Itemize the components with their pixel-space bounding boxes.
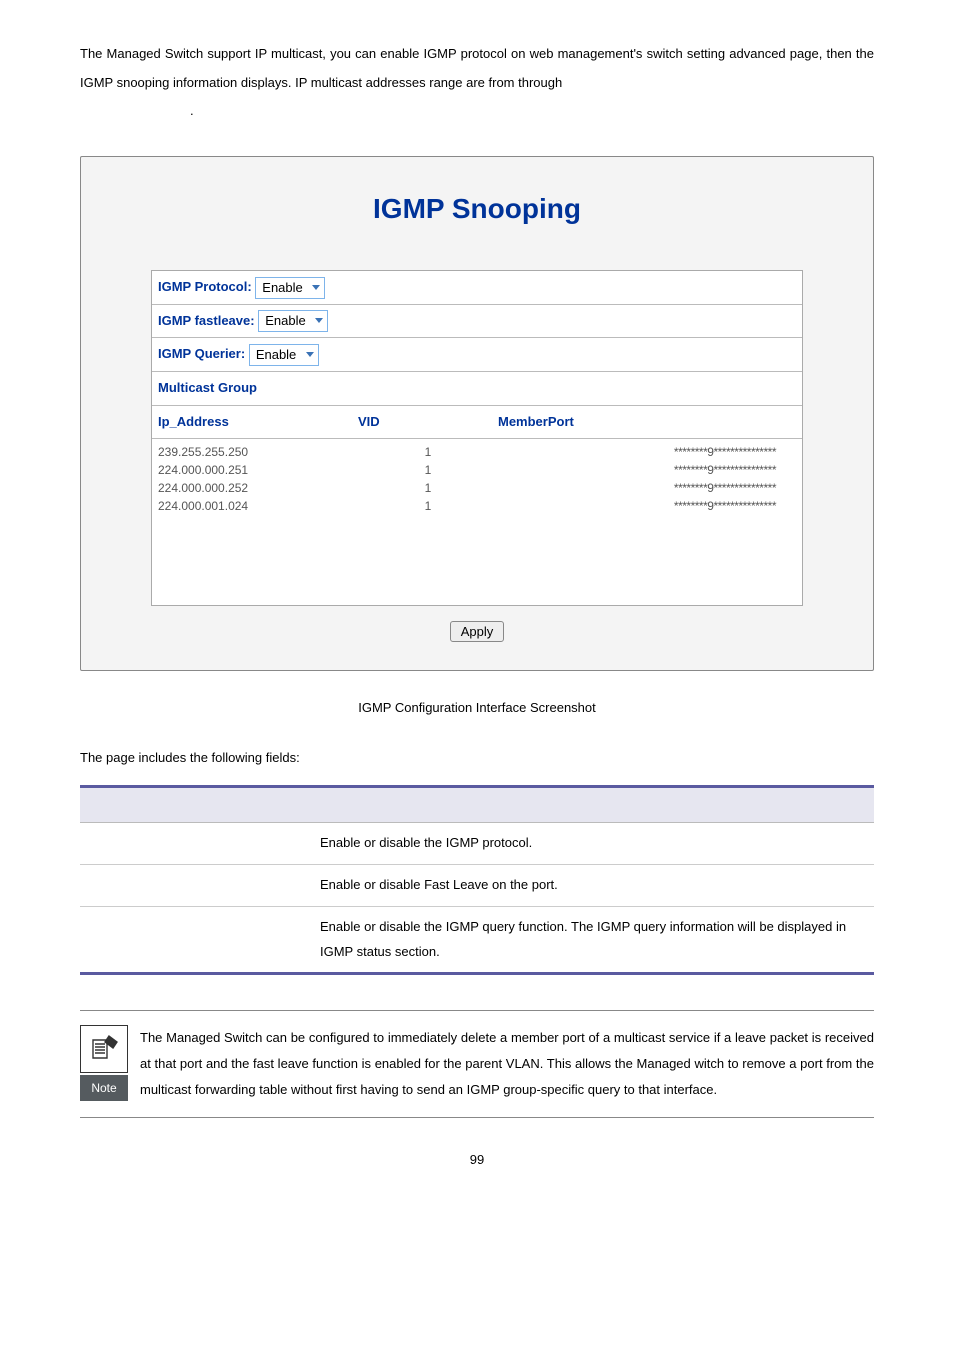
fields-table: Enable or disable the IGMP protocol. Ena… [80,785,874,975]
note-block: Note The Managed Switch can be configure… [80,1010,874,1118]
multicast-group-row: Multicast Group [152,372,802,406]
fields-header-description [310,787,874,823]
igmp-protocol-select[interactable]: Enable [255,277,325,299]
grid-header-vid: VID [358,410,498,435]
multicast-group-label: Multicast Group [158,380,257,395]
cell-object [80,823,310,865]
cell-description: Enable or disable the IGMP protocol. [310,823,874,865]
screenshot-title: IGMP Snooping [151,182,803,235]
note-icon-column: Note [80,1025,128,1101]
screenshot-container: IGMP Snooping IGMP Protocol: Enable IGMP… [80,156,874,671]
igmp-protocol-label: IGMP Protocol: [158,279,252,294]
grid-body: 239.255.255.250 1 ********9*************… [152,439,802,605]
cell-port: ********9*************** [498,497,796,515]
cell-description: Enable or disable Fast Leave on the port… [310,865,874,907]
igmp-protocol-row: IGMP Protocol: Enable [152,271,802,305]
config-panel: IGMP Protocol: Enable IGMP fastleave: En… [151,270,803,606]
igmp-fastleave-row: IGMP fastleave: Enable [152,305,802,339]
note-label: Note [80,1075,128,1101]
intro-tail: . [190,103,194,118]
section-lead: The page includes the following fields: [80,746,874,771]
cell-vid: 1 [358,479,498,497]
cell-ip: 224.000.000.252 [158,479,358,497]
cell-object [80,865,310,907]
cell-ip: 239.255.255.250 [158,443,358,461]
cell-port: ********9*************** [498,479,796,497]
cell-vid: 1 [358,497,498,515]
grid-header-memberport: MemberPort [498,410,796,435]
screenshot-caption: IGMP Configuration Interface Screenshot [80,696,874,721]
igmp-fastleave-select[interactable]: Enable [258,310,328,332]
apply-wrapper: Apply [151,620,803,645]
cell-port: ********9*************** [498,443,796,461]
chevron-down-icon [306,352,314,357]
table-row: Enable or disable Fast Leave on the port… [80,865,874,907]
cell-vid: 1 [358,443,498,461]
table-row: Enable or disable the IGMP query functio… [80,906,874,973]
chevron-down-icon [312,285,320,290]
note-text: The Managed Switch can be configured to … [140,1025,874,1103]
table-row: 239.255.255.250 1 ********9*************… [158,443,796,461]
cell-ip: 224.000.001.024 [158,497,358,515]
grid-header-ip: Ip_Address [158,410,358,435]
table-row: 224.000.000.251 1 ********9*************… [158,461,796,479]
cell-description: Enable or disable the IGMP query functio… [310,906,874,973]
cell-object [80,906,310,973]
igmp-fastleave-value: Enable [265,313,305,328]
table-row: 224.000.001.024 1 ********9*************… [158,497,796,515]
igmp-fastleave-label: IGMP fastleave: [158,313,255,328]
cell-ip: 224.000.000.251 [158,461,358,479]
igmp-querier-value: Enable [256,347,296,362]
cell-vid: 1 [358,461,498,479]
grid-header: Ip_Address VID MemberPort [152,406,802,440]
intro-paragraph: The Managed Switch support IP multicast,… [80,40,874,126]
igmp-querier-select[interactable]: Enable [249,344,319,366]
note-icon [80,1025,128,1073]
fields-header-row [80,787,874,823]
table-row: 224.000.000.252 1 ********9*************… [158,479,796,497]
apply-button[interactable]: Apply [450,621,505,642]
fields-header-object [80,787,310,823]
igmp-protocol-value: Enable [262,280,302,295]
chevron-down-icon [315,318,323,323]
table-row: Enable or disable the IGMP protocol. [80,823,874,865]
igmp-querier-row: IGMP Querier: Enable [152,338,802,372]
page-number: 99 [80,1148,874,1173]
igmp-querier-label: IGMP Querier: [158,346,245,361]
cell-port: ********9*************** [498,461,796,479]
intro-text: The Managed Switch support IP multicast,… [80,46,874,90]
